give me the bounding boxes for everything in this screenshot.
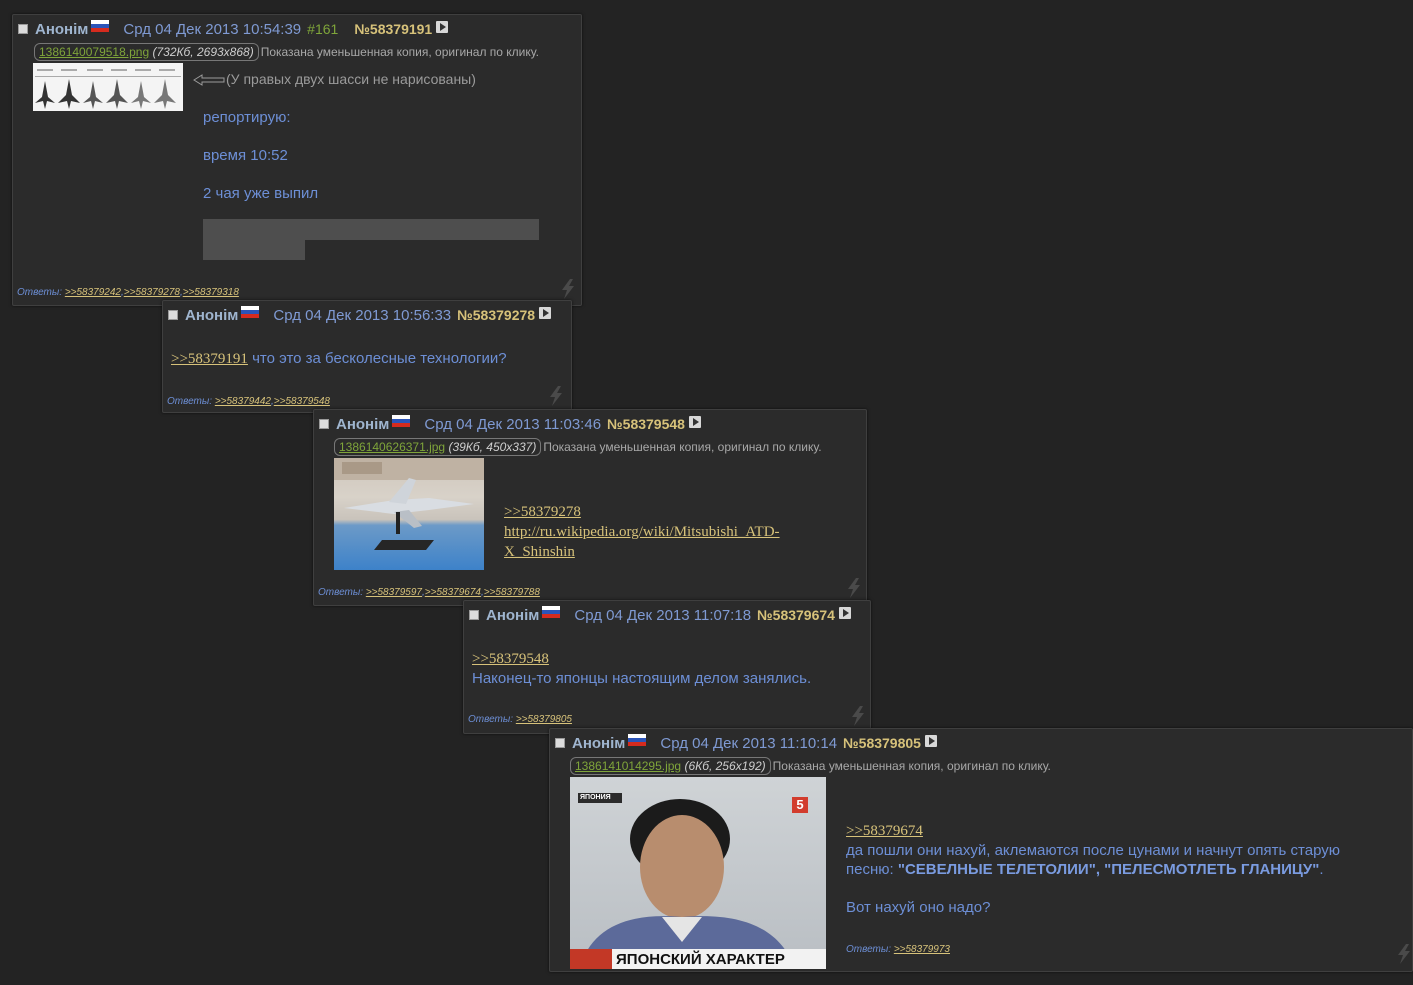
quote-link[interactable]: >>58379548 — [472, 651, 549, 667]
thumb-notice: Показана уменьшенная копия, оригинал по … — [543, 440, 822, 454]
russia-flag-icon — [91, 20, 110, 32]
quote-link[interactable]: >>58379191 — [171, 351, 248, 367]
reply-link[interactable]: >>58379278 — [124, 287, 180, 298]
post-date: Срд 04 Дек 2013 11:07:18 — [574, 606, 752, 624]
poster-name: Анонім — [185, 306, 239, 324]
arrow-note: (У правых двух шасси не нарисованы) — [226, 71, 476, 87]
wiki-link[interactable]: http://ru.wikipedia.org/wiki/Mitsubishi_… — [504, 524, 780, 540]
spoiler-block[interactable] — [203, 219, 539, 240]
post-58379278: Анонім Срд 04 Дек 2013 10:56:33 №5837927… — [162, 300, 572, 413]
russia-flag-icon — [392, 415, 411, 427]
file-info: 1386141014295.jpg (6Кб, 256x192) — [570, 757, 771, 775]
post-line: 2 чая уже выпил — [203, 185, 319, 202]
post-select-checkbox[interactable] — [555, 738, 565, 748]
post-number[interactable]: №58379805 — [843, 735, 921, 751]
quote-link[interactable]: >>58379674 — [846, 823, 923, 839]
image-channel-logo: 5 — [796, 797, 804, 812]
bolt-icon[interactable] — [548, 386, 564, 406]
file-info: 1386140626371.jpg (39Кб, 450x337) — [334, 438, 542, 456]
thumb-notice: Показана уменьшенная копия, оригинал по … — [772, 759, 1051, 773]
bolt-icon[interactable] — [850, 706, 866, 726]
post-58379674: Анонім Срд 04 Дек 2013 11:07:18 №5837967… — [463, 600, 871, 734]
file-link[interactable]: 1386140079518.png — [39, 45, 149, 59]
bolt-icon[interactable] — [1396, 944, 1412, 964]
post-58379548: Анонім Срд 04 Дек 2013 11:03:46 №5837954… — [313, 409, 867, 606]
post-date: Срд 04 Дек 2013 11:03:46 — [424, 415, 602, 433]
post-image-thumbnail[interactable] — [334, 458, 484, 570]
poster-name: Анонім — [336, 415, 390, 433]
poster-name: Анонім — [35, 20, 89, 38]
post-date: Срд 04 Дек 2013 11:10:14 — [660, 734, 838, 752]
reply-link[interactable]: >>58379548 — [274, 396, 330, 407]
post-text: что это за бесколесные технологии? — [247, 350, 507, 367]
replies-list: Ответы: >>58379805 — [468, 714, 572, 725]
post-number[interactable]: №58379278 — [457, 307, 535, 323]
reply-link[interactable]: >>58379597 — [366, 587, 422, 598]
bolt-icon[interactable] — [560, 279, 576, 299]
play-icon[interactable] — [924, 735, 937, 747]
file-link[interactable]: 1386140626371.jpg — [339, 440, 445, 454]
post-text: Вот нахуй оно надо? — [846, 899, 991, 916]
file-link[interactable]: 1386141014295.jpg — [575, 759, 681, 773]
replies-list: Ответы: >>58379242,>>58379278,>>58379318 — [17, 287, 239, 298]
wiki-link-cont[interactable]: X_Shinshin — [504, 544, 575, 560]
reply-link[interactable]: >>58379973 — [894, 944, 950, 955]
replies-list: Ответы: >>58379973 — [846, 944, 950, 955]
replies-list: Ответы: >>58379597,>>58379674,>>58379788 — [318, 587, 540, 598]
post-select-checkbox[interactable] — [168, 310, 178, 320]
image-tag: ЯПОНИЯ — [580, 794, 611, 801]
play-icon[interactable] — [436, 21, 449, 33]
poster-name: Анонім — [486, 606, 540, 624]
post-58379805: Анонім Срд 04 Дек 2013 11:10:14 №5837980… — [549, 728, 1413, 972]
arrow-left-icon — [193, 73, 225, 86]
thumb-notice: Показана уменьшенная копия, оригинал по … — [260, 45, 539, 59]
reply-link[interactable]: >>58379318 — [183, 287, 239, 298]
post-text: Наконец-то японцы настоящим делом заняли… — [472, 670, 812, 687]
post-image-thumbnail[interactable] — [33, 63, 183, 111]
post-counter: #161 — [307, 21, 339, 37]
reply-link[interactable]: >>58379805 — [516, 714, 572, 725]
reply-link[interactable]: >>58379788 — [484, 587, 540, 598]
russia-flag-icon — [628, 734, 647, 746]
post-text-bold: "СЕВЕЛНЫЕ ТЕЛЕТОЛИИ", "ПЕЛЕСМОТЛЕТЬ ГЛАН… — [897, 861, 1320, 878]
post-number[interactable]: №58379548 — [607, 416, 685, 432]
play-icon[interactable] — [688, 416, 701, 428]
post-select-checkbox[interactable] — [319, 419, 329, 429]
post-line: время 10:52 — [203, 147, 288, 164]
post-select-checkbox[interactable] — [469, 610, 479, 620]
post-number[interactable]: №58379674 — [757, 607, 835, 623]
replies-list: Ответы: >>58379442,>>58379548 — [167, 396, 330, 407]
post-select-checkbox[interactable] — [18, 24, 28, 34]
spoiler-block[interactable] — [203, 240, 305, 260]
post-date: Срд 04 Дек 2013 10:54:39 — [123, 20, 302, 38]
file-info: 1386140079518.png (732Кб, 2693x868) — [34, 43, 259, 61]
russia-flag-icon — [241, 306, 260, 318]
image-caption: ЯПОНСКИЙ ХАРАКТЕР — [616, 951, 785, 968]
reply-link[interactable]: >>58379442 — [215, 396, 271, 407]
reply-link[interactable]: >>58379674 — [425, 587, 481, 598]
post-line: репортирую: — [203, 109, 291, 126]
poster-name: Анонім — [572, 734, 626, 752]
post-text: да пошли они нахуй, аклемаются после цун… — [846, 842, 1340, 859]
russia-flag-icon — [542, 606, 561, 618]
reply-link[interactable]: >>58379242 — [65, 287, 121, 298]
bolt-icon[interactable] — [846, 578, 862, 598]
quote-link[interactable]: >>58379278 — [504, 504, 581, 520]
post-image-thumbnail[interactable]: ЯПОНИЯ 5 ЯПОНСКИЙ ХАРАКТЕР — [570, 777, 826, 969]
play-icon[interactable] — [838, 607, 851, 619]
play-icon[interactable] — [539, 307, 552, 319]
post-58379191: Анонім Срд 04 Дек 2013 10:54:39 #161 №58… — [12, 14, 582, 306]
post-number[interactable]: №58379191 — [354, 21, 432, 37]
post-date: Срд 04 Дек 2013 10:56:33 — [273, 306, 452, 324]
